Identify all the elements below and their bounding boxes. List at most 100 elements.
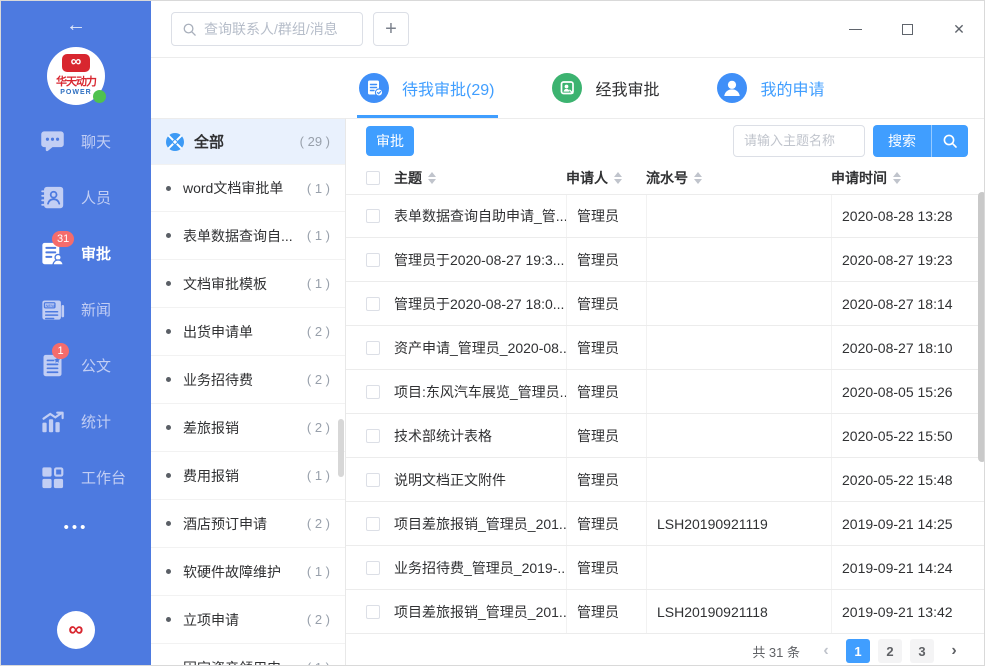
category-item[interactable]: 出货申请单( 2 ) <box>151 308 345 356</box>
table-header: 主题 申请人 流水号 申请时间 <box>346 162 985 194</box>
sidebar-item-approval[interactable]: 31审批 <box>1 225 151 281</box>
page-button-1[interactable]: 1 <box>846 639 870 663</box>
category-item[interactable]: 酒店预订申请( 2 ) <box>151 500 345 548</box>
table-row[interactable]: 业务招待费_管理员_2019-...管理员2019-09-21 14:24 <box>346 546 985 590</box>
header-label: 申请人 <box>566 168 608 188</box>
category-item[interactable]: 立项申请( 2 ) <box>151 596 345 644</box>
cell-applicant: 管理员 <box>566 502 646 545</box>
maximize-button[interactable] <box>894 16 920 42</box>
table-row[interactable]: 项目差旅报销_管理员_201...管理员LSH201909211192019-0… <box>346 502 985 546</box>
category-count: ( 2 ) <box>307 420 330 435</box>
contact-search-input[interactable] <box>204 21 352 37</box>
sidebar-item-workbench[interactable]: 工作台 <box>1 449 151 505</box>
row-checkbox[interactable] <box>366 385 380 399</box>
table-row[interactable]: 项目:东风汽车展览_管理员...管理员2020-08-05 15:26 <box>346 370 985 414</box>
category-item[interactable]: 软硬件故障维护( 1 ) <box>151 548 345 596</box>
sidebar-item-stats[interactable]: 统计 <box>1 393 151 449</box>
category-item[interactable]: word文档审批单( 1 ) <box>151 164 345 212</box>
advanced-search-button[interactable] <box>932 125 968 157</box>
cell-applicant: 管理员 <box>566 414 646 457</box>
reviewed-icon <box>552 73 582 103</box>
sort-icon[interactable] <box>694 172 702 184</box>
table-row[interactable]: 资产申请_管理员_2020-08...管理员2020-08-27 18:10 <box>346 326 985 370</box>
table-row[interactable]: 表单数据查询自助申请_管...管理员2020-08-28 13:28 <box>346 194 985 238</box>
infinity-logo-icon: ∞ <box>62 54 90 72</box>
row-checkbox[interactable] <box>366 297 380 311</box>
prev-page-button[interactable]: ‹ <box>814 639 838 663</box>
category-item[interactable]: 固定资产领用申...( 1 ) <box>151 644 345 666</box>
cell-subject[interactable]: 业务招待费_管理员_2019-... <box>394 558 566 578</box>
sidebar-item-news[interactable]: NEW新闻 <box>1 281 151 337</box>
category-count: ( 1 ) <box>307 276 330 291</box>
cell-serial <box>646 414 831 457</box>
cell-subject[interactable]: 项目差旅报销_管理员_201... <box>394 514 566 534</box>
category-item[interactable]: 文档审批模板 ( 1 ) <box>151 260 345 308</box>
row-checkbox[interactable] <box>366 209 380 223</box>
sidebar-item-contacts[interactable]: 人员 <box>1 169 151 225</box>
row-checkbox[interactable] <box>366 517 380 531</box>
cell-subject[interactable]: 表单数据查询自助申请_管... <box>394 206 566 226</box>
cell-subject[interactable]: 管理员于2020-08-27 18:0... <box>394 294 566 314</box>
workbench-icon <box>39 464 66 491</box>
cell-subject[interactable]: 管理员于2020-08-27 19:3... <box>394 250 566 270</box>
category-all[interactable]: 全部 ( 29 ) <box>151 119 345 164</box>
sort-icon[interactable] <box>614 172 622 184</box>
collapse-back-icon[interactable]: ← <box>66 15 86 35</box>
more-menu-icon[interactable]: ••• <box>64 519 89 536</box>
app-window: ← ∞ 华天动力 POWER 聊天人员31审批NEW新闻1公文统计工作台 •••… <box>0 0 985 666</box>
row-checkbox[interactable] <box>366 341 380 355</box>
page-button-3[interactable]: 3 <box>910 639 934 663</box>
cell-subject[interactable]: 说明文档正文附件 <box>394 470 566 490</box>
category-label: 文档审批模板 <box>183 274 267 294</box>
sidebar-item-document[interactable]: 1公文 <box>1 337 151 393</box>
table-row[interactable]: 管理员于2020-08-27 19:3...管理员2020-08-27 19:2… <box>346 238 985 282</box>
close-button[interactable]: ✕ <box>946 16 972 42</box>
cell-subject[interactable]: 资产申请_管理员_2020-08... <box>394 338 566 358</box>
cell-subject[interactable]: 项目:东风汽车展览_管理员... <box>394 382 566 402</box>
all-categories-icon <box>166 133 184 151</box>
category-item[interactable]: 差旅报销( 2 ) <box>151 404 345 452</box>
cell-time: 2020-08-27 19:23 <box>831 238 985 281</box>
add-button[interactable]: + <box>373 12 409 46</box>
page-button-2[interactable]: 2 <box>878 639 902 663</box>
tab-reviewed-by-me[interactable]: 经我审批 <box>552 58 659 118</box>
row-checkbox[interactable] <box>366 429 380 443</box>
tab-pending-approval[interactable]: 待我审批(29) <box>359 58 494 118</box>
row-checkbox[interactable] <box>366 561 380 575</box>
tab-my-applications[interactable]: 我的申请 <box>717 58 824 118</box>
topic-search-input[interactable] <box>733 125 865 157</box>
user-avatar[interactable]: ∞ 华天动力 POWER <box>47 47 105 105</box>
table-row[interactable]: 项目差旅报销_管理员_201...管理员LSH201909211182019-0… <box>346 590 985 634</box>
sort-icon[interactable] <box>428 172 436 184</box>
cell-time: 2020-05-22 15:48 <box>831 458 985 501</box>
bullet-icon <box>166 186 171 191</box>
search-icon <box>942 133 958 149</box>
sidebar-item-chat[interactable]: 聊天 <box>1 113 151 169</box>
category-scrollbar-thumb[interactable] <box>338 419 344 477</box>
notification-badge: 1 <box>52 343 69 359</box>
contact-search-box[interactable] <box>171 12 363 46</box>
topic-search-group: 搜索 <box>733 125 968 157</box>
category-item[interactable]: 业务招待费( 2 ) <box>151 356 345 404</box>
approve-button[interactable]: 审批 <box>366 126 414 156</box>
brand-logo-icon[interactable]: ∞ <box>57 611 95 649</box>
table-scrollbar-thumb[interactable] <box>978 192 985 462</box>
select-all-checkbox[interactable] <box>366 171 380 185</box>
sort-icon[interactable] <box>893 172 901 184</box>
category-count: ( 1 ) <box>307 228 330 243</box>
table-row[interactable]: 说明文档正文附件管理员2020-05-22 15:48 <box>346 458 985 502</box>
category-item[interactable]: 费用报销( 1 ) <box>151 452 345 500</box>
row-checkbox[interactable] <box>366 605 380 619</box>
search-button[interactable]: 搜索 <box>873 125 931 157</box>
next-page-button[interactable]: › <box>942 639 966 663</box>
cell-subject[interactable]: 技术部统计表格 <box>394 426 566 446</box>
category-label: 酒店预订申请 <box>183 514 267 534</box>
category-item[interactable]: 表单数据查询自...( 1 ) <box>151 212 345 260</box>
sidebar-nav: 聊天人员31审批NEW新闻1公文统计工作台 <box>1 113 151 505</box>
table-row[interactable]: 管理员于2020-08-27 18:0...管理员2020-08-27 18:1… <box>346 282 985 326</box>
row-checkbox[interactable] <box>366 473 380 487</box>
row-checkbox[interactable] <box>366 253 380 267</box>
minimize-button[interactable] <box>842 16 868 42</box>
cell-subject[interactable]: 项目差旅报销_管理员_201... <box>394 602 566 622</box>
table-row[interactable]: 技术部统计表格管理员2020-05-22 15:50 <box>346 414 985 458</box>
